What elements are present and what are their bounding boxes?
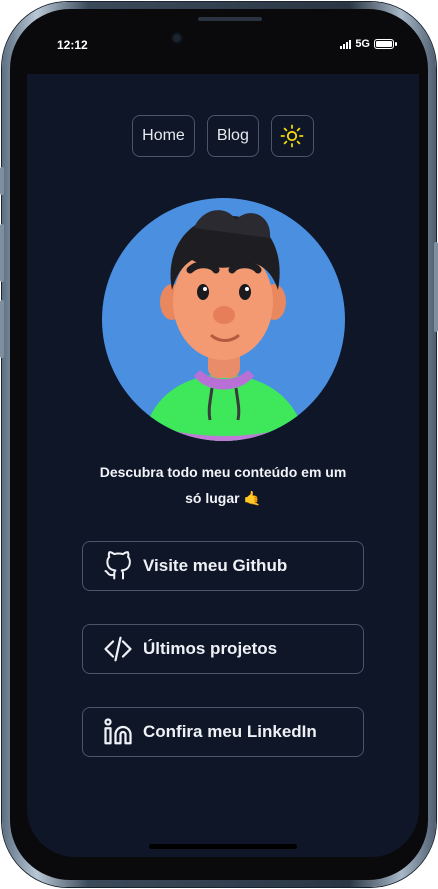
speaker-grille (198, 17, 262, 21)
tagline: Descubra todo meu conteúdo em um só luga… (67, 459, 379, 511)
app-screen: Home Blog Descubra todo meu conteúdo em … (27, 74, 419, 857)
profile-avatar (102, 198, 345, 441)
linkedin-link-button[interactable]: Confira meu LinkedIn (82, 707, 364, 757)
mute-switch (0, 167, 4, 195)
phone-frame: 12:12 5G Home Blog Descubra todo meu con… (0, 2, 438, 887)
github-link-label: Visite meu Github (143, 556, 288, 575)
github-link-button[interactable]: Visite meu Github (82, 541, 364, 591)
volume-up-button (0, 224, 4, 282)
tagline-line-1: Descubra todo meu conteúdo em um (99, 464, 347, 480)
volume-down-button (0, 300, 4, 358)
cartoon-avatar (142, 210, 306, 441)
network-label: 5G (355, 38, 370, 50)
linkedin-link-label: Confira meu LinkedIn (143, 722, 317, 741)
sun-icon (280, 124, 304, 148)
github-icon (104, 551, 131, 580)
linkedin-icon (104, 718, 132, 745)
status-indicators: 5G (340, 38, 397, 50)
front-camera (171, 32, 183, 44)
signal-icon (340, 39, 352, 49)
projects-link-button[interactable]: Últimos projetos (82, 624, 364, 674)
battery-icon (374, 39, 397, 49)
status-time: 12:12 (57, 38, 88, 52)
blog-button[interactable]: Blog (206, 115, 259, 157)
tagline-line-2: só lugar 🤙 (185, 490, 261, 506)
power-button (434, 242, 438, 332)
projects-link-label: Últimos projetos (143, 639, 278, 658)
home-indicator[interactable] (149, 844, 297, 849)
theme-toggle-button[interactable] (270, 115, 314, 157)
code-icon (104, 636, 132, 662)
top-nav: Home Blog (27, 115, 419, 157)
home-button[interactable]: Home (132, 115, 195, 157)
